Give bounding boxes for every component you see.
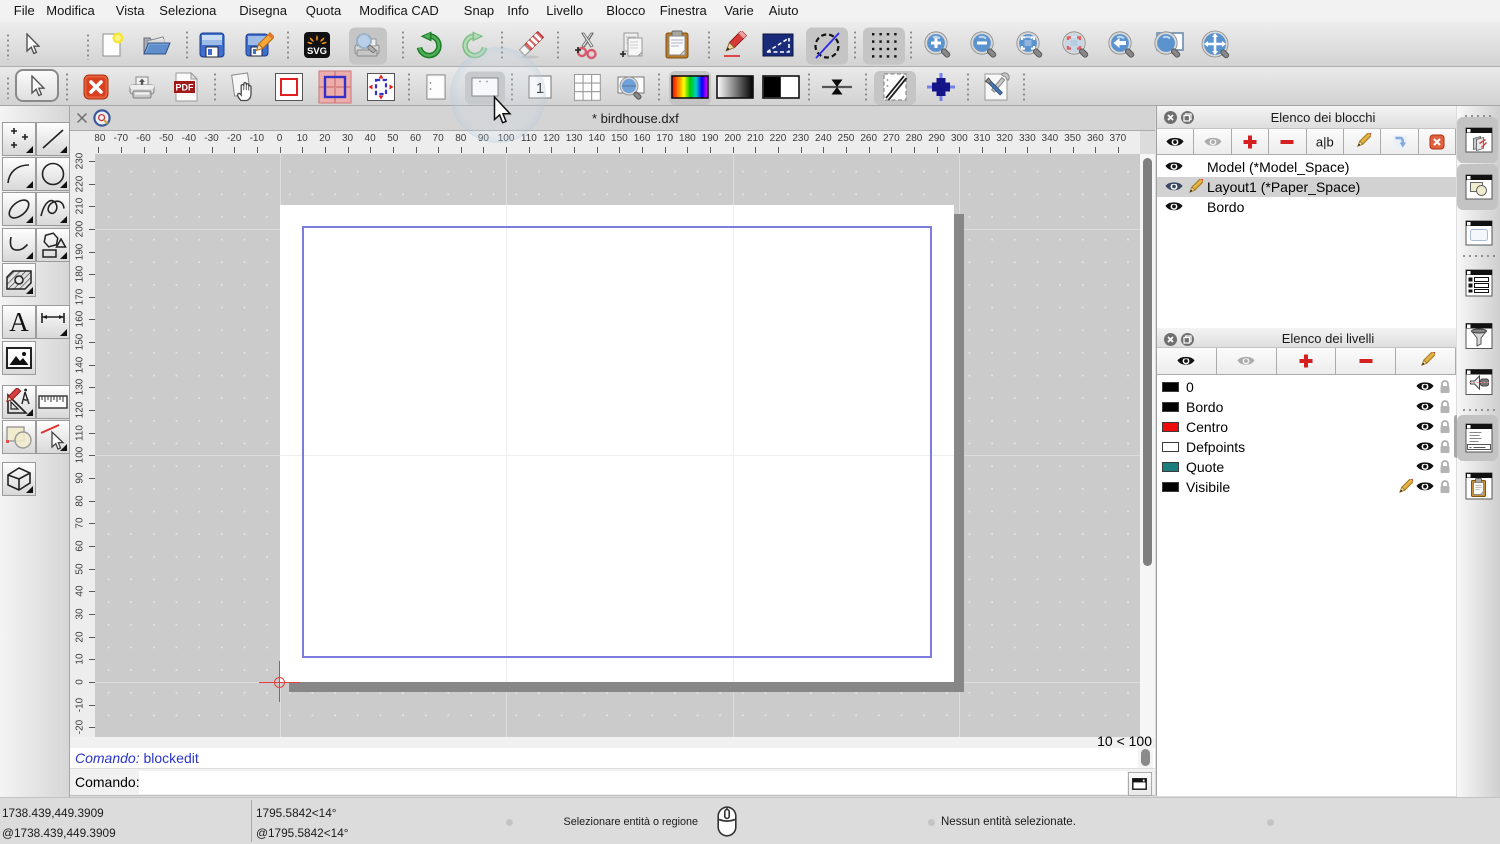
svg-text:A: A bbox=[9, 309, 29, 335]
svg-text:SVG: SVG bbox=[307, 46, 327, 57]
svg-text:PDF: PDF bbox=[176, 83, 195, 93]
svg-text:1: 1 bbox=[536, 80, 544, 97]
